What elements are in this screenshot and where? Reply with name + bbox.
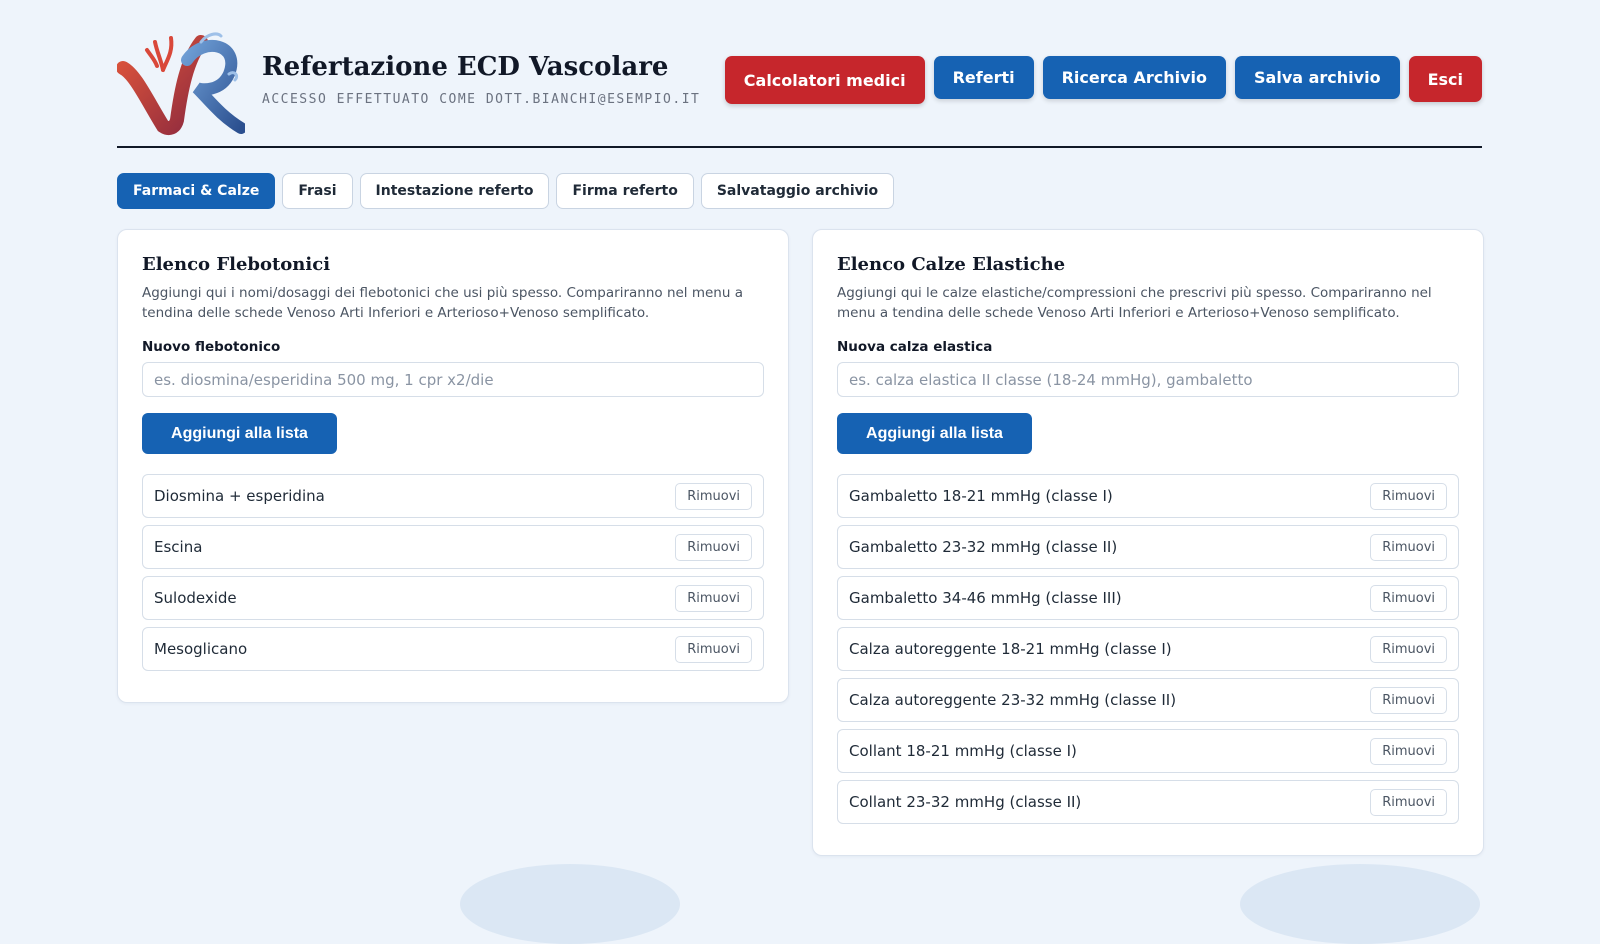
flebotonici-title: Elenco Flebotonici [142,254,331,275]
remove-button[interactable]: Rimuovi [675,584,752,612]
list-item-label: Collant 23-32 mmHg (classe II) [849,793,1082,811]
flebotonici-list: Diosmina + esperidina Rimuovi Escina Rim… [142,474,764,671]
list-item-label: Gambaletto 23-32 mmHg (classe II) [849,538,1118,556]
calze-title: Elenco Calze Elastiche [837,254,1066,275]
list-item: Collant 23-32 mmHg (classe II) Rimuovi [837,780,1459,824]
tab-farmaci-calze[interactable]: Farmaci & Calze [117,173,276,209]
reports-button[interactable]: Referti [933,56,1034,99]
tab-firma-referto[interactable]: Firma referto [556,173,694,209]
list-item-label: Mesoglicano [154,640,248,658]
remove-button[interactable]: Rimuovi [675,482,752,510]
remove-button[interactable]: Rimuovi [1370,584,1447,612]
remove-button[interactable]: Rimuovi [1370,635,1447,663]
settings-tabs: Farmaci & Calze Frasi Intestazione refer… [117,173,895,209]
list-item-label: Gambaletto 34-46 mmHg (classe III) [849,589,1122,607]
list-item: Diosmina + esperidina Rimuovi [142,474,764,518]
app-header: Refertazione ECD Vascolare ACCESSO EFFET… [117,24,1482,148]
list-item: Calza autoreggente 18-21 mmHg (classe I)… [837,627,1459,671]
tab-frasi[interactable]: Frasi [282,173,353,209]
remove-button[interactable]: Rimuovi [1370,788,1447,816]
flebotonico-field-label: Nuovo flebotonico [142,339,281,355]
remove-button[interactable]: Rimuovi [1370,686,1447,714]
flebotonici-card: Elenco Flebotonici Aggiungi qui i nomi/d… [117,229,789,703]
list-item-label: Calza autoreggente 18-21 mmHg (classe I) [849,640,1172,658]
tab-intestazione-referto[interactable]: Intestazione referto [359,173,550,209]
remove-button[interactable]: Rimuovi [1370,533,1447,561]
vr-vascular-logo [117,32,245,135]
list-item: Gambaletto 34-46 mmHg (classe III) Rimuo… [837,576,1459,620]
tab-salvataggio-archivio[interactable]: Salvataggio archivio [700,173,895,209]
save-archive-button[interactable]: Salva archivio [1235,56,1400,99]
list-item-label: Diosmina + esperidina [154,487,325,505]
list-item-label: Escina [154,538,203,556]
list-item: Escina Rimuovi [142,525,764,569]
add-flebotonico-button[interactable]: Aggiungi alla lista [142,413,337,454]
calza-placeholder: es. calza elastica II classe (18-24 mmHg… [849,370,1253,389]
add-calza-button[interactable]: Aggiungi alla lista [837,413,1032,454]
flebotonici-description: Aggiungi qui i nomi/dosaggi dei fleboton… [142,285,743,321]
remove-button[interactable]: Rimuovi [675,533,752,561]
header-divider [117,146,1482,148]
page-title: Refertazione ECD Vascolare [262,52,669,82]
remove-button[interactable]: Rimuovi [675,635,752,663]
remove-button[interactable]: Rimuovi [1370,482,1447,510]
list-item: Gambaletto 23-32 mmHg (classe II) Rimuov… [837,525,1459,569]
header-actions: Calcolatori medici Referti Ricerca Archi… [724,56,1482,104]
list-item: Mesoglicano Rimuovi [142,627,764,671]
logout-button[interactable]: Esci [1408,56,1482,102]
medical-calculators-button[interactable]: Calcolatori medici [724,56,925,104]
list-item: Collant 18-21 mmHg (classe I) Rimuovi [837,729,1459,773]
background-shape [1240,864,1480,944]
flebotonico-placeholder: es. diosmina/esperidina 500 mg, 1 cpr x2… [154,370,494,389]
calza-field-label: Nuova calza elastica [837,339,993,355]
list-item: Gambaletto 18-21 mmHg (classe I) Rimuovi [837,474,1459,518]
list-item: Calza autoreggente 23-32 mmHg (classe II… [837,678,1459,722]
logged-user-info: ACCESSO EFFETTUATO COME DOTT.BIANCHI@ESE… [262,92,701,107]
search-archive-button[interactable]: Ricerca Archivio [1042,56,1227,99]
list-item-label: Calza autoreggente 23-32 mmHg (classe II… [849,691,1177,709]
list-item-label: Sulodexide [154,589,237,607]
list-item: Sulodexide Rimuovi [142,576,764,620]
calza-input[interactable]: es. calza elastica II classe (18-24 mmHg… [837,362,1459,397]
list-item-label: Gambaletto 18-21 mmHg (classe I) [849,487,1113,505]
calze-list: Gambaletto 18-21 mmHg (classe I) Rimuovi… [837,474,1459,824]
calze-description: Aggiungi qui le calze elastiche/compress… [837,285,1432,321]
calze-card: Elenco Calze Elastiche Aggiungi qui le c… [812,229,1484,856]
remove-button[interactable]: Rimuovi [1370,737,1447,765]
flebotonico-input[interactable]: es. diosmina/esperidina 500 mg, 1 cpr x2… [142,362,764,397]
list-item-label: Collant 18-21 mmHg (classe I) [849,742,1077,760]
background-shape [460,864,680,944]
